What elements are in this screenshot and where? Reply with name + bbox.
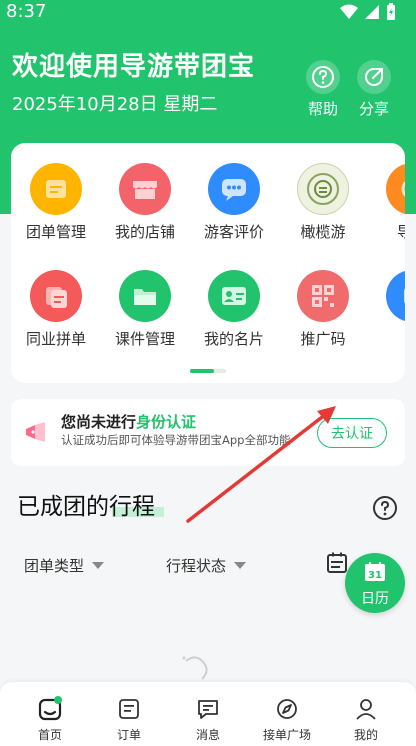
status-time: 8:37 <box>6 1 47 22</box>
grid-label: 团单管理 <box>25 223 86 241</box>
trips-section-title: 已成团的行程 <box>17 494 155 520</box>
status-icons <box>340 3 396 21</box>
signal-icon <box>365 5 379 19</box>
nav-label: 消息 <box>195 728 220 742</box>
grid-item-my-shop[interactable]: 我的店铺 <box>100 163 190 242</box>
bottom-nav: 首页 订单 消息 接单广场 我的 <box>0 682 416 746</box>
battery-icon <box>387 3 395 20</box>
function-grid-card: 团单管理 我的店铺 游客评价 橄榄游 导游 同业拼单 课件管理 <box>11 143 405 383</box>
share-label: 分享 <box>358 100 389 118</box>
current-date: 2025年10月28日 星期二 <box>12 94 218 115</box>
nav-label: 订单 <box>116 728 141 742</box>
grid-label: 收 <box>367 328 405 349</box>
grid-label: 游客评价 <box>203 223 264 241</box>
profile-icon <box>326 696 406 722</box>
grid-item-business-card[interactable]: 我的名片 <box>189 270 279 349</box>
calendar-icon: 31 <box>365 562 385 581</box>
nav-label: 首页 <box>37 728 62 742</box>
share-button[interactable]: 分享 <box>352 60 396 119</box>
calendar-day: 31 <box>368 570 382 581</box>
filter-order-type-label: 团单类型 <box>24 557 85 575</box>
verify-subtitle: 认证成功后即可体验导游带团宝App全部功能 <box>61 433 291 447</box>
nav-label: 我的 <box>353 728 378 742</box>
grid-label: 推广码 <box>300 330 346 348</box>
help-button[interactable]: 帮助 <box>301 60 345 119</box>
home-icon <box>10 696 90 722</box>
status-bar: 8:37 <box>0 0 416 24</box>
chat-bubble-icon <box>208 163 260 215</box>
grid-item-promo-code[interactable]: 推广码 <box>278 270 368 349</box>
filter-trip-status[interactable]: 行程状态 <box>166 555 247 576</box>
go-verify-button[interactable]: 去认证 <box>317 418 387 448</box>
nav-item-profile[interactable]: 我的 <box>326 696 406 743</box>
shop-icon <box>119 163 171 215</box>
grid-label: 橄榄游 <box>300 223 346 241</box>
folder-icon <box>119 270 171 322</box>
caret-down-icon <box>234 562 247 569</box>
compass-icon <box>247 696 327 722</box>
page-title: 欢迎使用导游带团宝 <box>12 52 256 82</box>
grid-item-peer-group-order[interactable]: 同业拼单 <box>11 270 101 349</box>
calendar-button[interactable]: 31 日历 <box>345 553 405 613</box>
calendar-label: 日历 <box>361 591 389 607</box>
grid-label: 同业拼单 <box>25 330 86 348</box>
identity-verify-banner: 您尚未进行身份认证 认证成功后即可体验导游带团宝App全部功能 去认证 <box>11 399 405 466</box>
nav-item-orders[interactable]: 订单 <box>89 696 169 743</box>
grid-label: 导游 <box>396 223 405 241</box>
grid-item-guide[interactable]: 导游 <box>367 163 405 242</box>
order-doc-icon <box>30 163 82 215</box>
filter-trip-status-label: 行程状态 <box>166 557 227 575</box>
share-icon <box>357 60 391 94</box>
grid-label: 我的店铺 <box>114 223 175 241</box>
message-icon <box>168 696 248 722</box>
qr-code-icon <box>297 270 349 322</box>
caret-down-icon <box>92 562 105 569</box>
guide-icon <box>386 163 405 215</box>
help-icon <box>306 60 340 94</box>
help-label: 帮助 <box>307 100 338 118</box>
alert-megaphone-icon <box>26 422 45 442</box>
grid-label: 课件管理 <box>114 330 175 348</box>
business-card-icon <box>208 270 260 322</box>
filter-order-type[interactable]: 团单类型 <box>24 555 105 576</box>
help-icon[interactable] <box>372 495 398 521</box>
group-order-icon <box>30 270 82 322</box>
page-indicator <box>190 369 226 373</box>
nav-item-messages[interactable]: 消息 <box>168 696 248 743</box>
nav-item-home[interactable]: 首页 <box>10 696 90 743</box>
grid-item-olive-tour[interactable]: 橄榄游 <box>278 163 368 242</box>
verify-title-prefix: 您尚未进行 <box>61 413 137 431</box>
nav-label: 接单广场 <box>262 728 311 742</box>
olive-logo-icon <box>297 163 349 215</box>
grid-label: 我的名片 <box>203 330 264 348</box>
loading-icon <box>182 656 208 680</box>
verify-title: 您尚未进行身份认证 <box>61 411 196 432</box>
verify-title-highlight: 身份认证 <box>136 413 197 431</box>
grid-item-order-management[interactable]: 团单管理 <box>11 163 101 242</box>
income-icon <box>386 270 405 322</box>
nav-item-order-plaza[interactable]: 接单广场 <box>247 696 327 743</box>
order-list-icon <box>89 696 169 722</box>
grid-item-courseware[interactable]: 课件管理 <box>100 270 190 349</box>
wifi-icon <box>340 4 358 19</box>
grid-item-income[interactable]: 收 <box>367 270 405 349</box>
grid-item-tourist-review[interactable]: 游客评价 <box>189 163 279 242</box>
